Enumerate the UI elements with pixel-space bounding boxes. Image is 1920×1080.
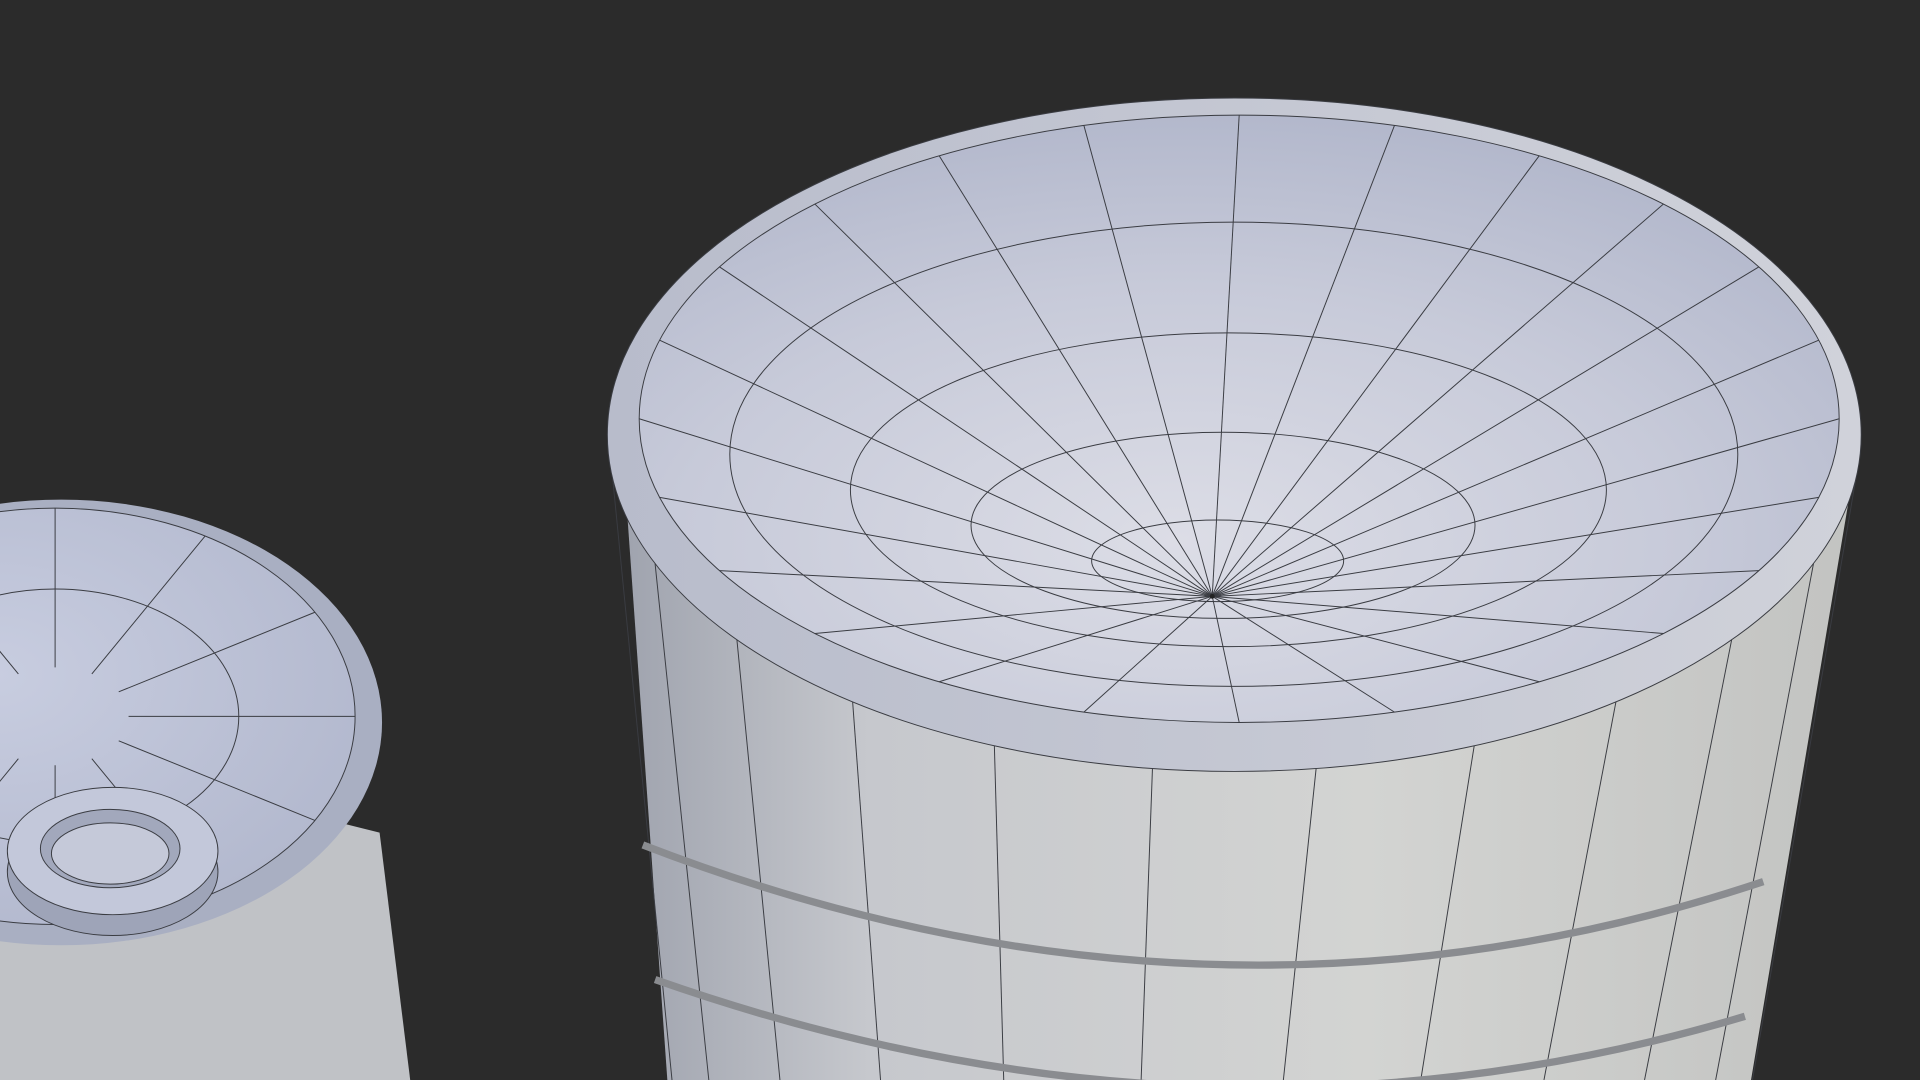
bung-cap bbox=[6, 786, 219, 936]
small-barrel[interactable] bbox=[0, 499, 411, 1080]
large-barrel-bowl bbox=[638, 114, 1840, 723]
large-barrel[interactable] bbox=[606, 97, 1862, 1080]
bowl-center-vertex bbox=[1209, 593, 1215, 599]
3d-viewport[interactable] bbox=[0, 0, 1920, 1080]
render-canvas bbox=[0, 97, 1862, 1080]
